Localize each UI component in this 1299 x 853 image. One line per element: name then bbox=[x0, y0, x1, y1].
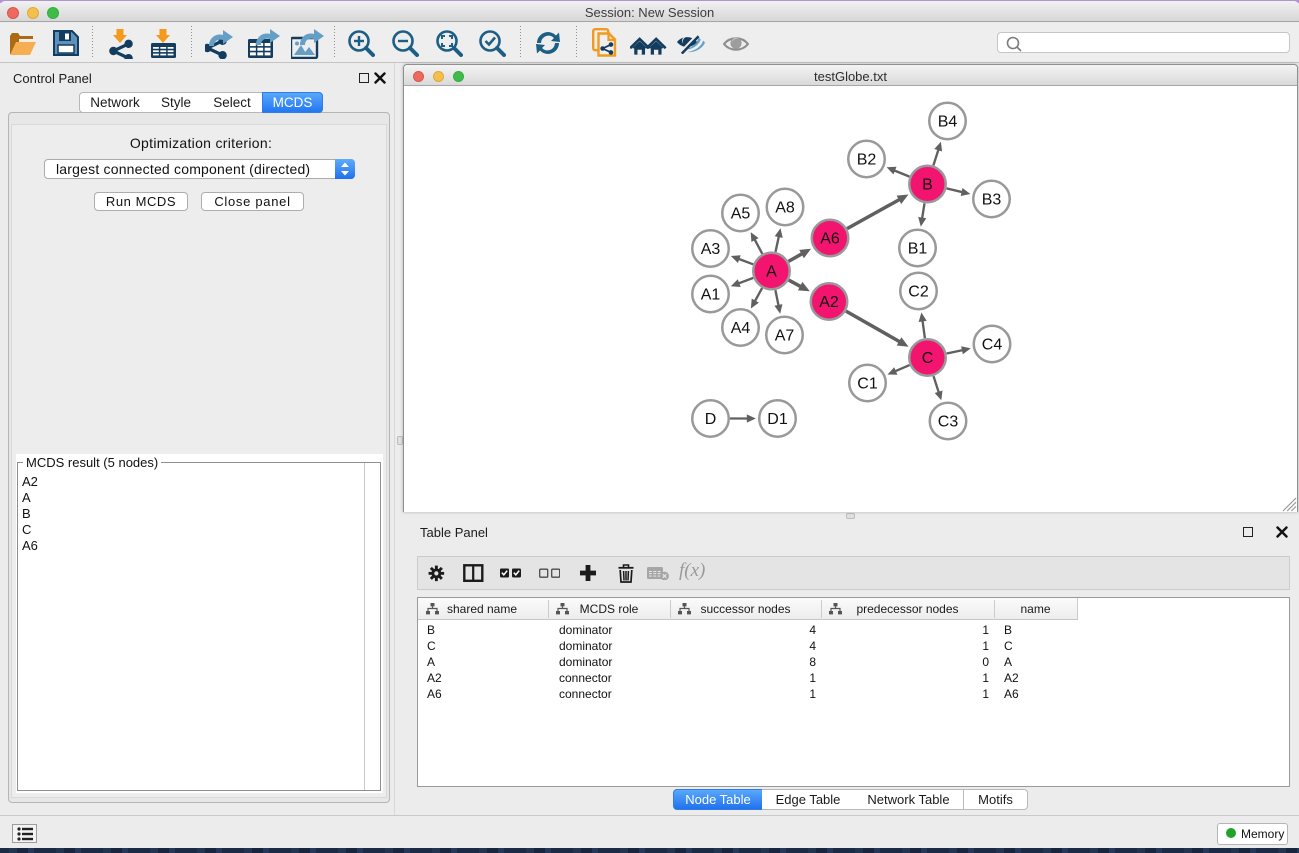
svg-text:D: D bbox=[705, 411, 717, 428]
svg-text:A: A bbox=[766, 264, 777, 281]
svg-text:A7: A7 bbox=[775, 328, 795, 345]
svg-text:A3: A3 bbox=[701, 241, 721, 258]
svg-text:A5: A5 bbox=[731, 206, 751, 223]
svg-text:A8: A8 bbox=[775, 200, 795, 217]
svg-text:A2: A2 bbox=[819, 294, 839, 311]
svg-text:C4: C4 bbox=[982, 337, 1003, 354]
svg-text:D1: D1 bbox=[767, 411, 788, 428]
svg-text:C: C bbox=[922, 350, 934, 367]
svg-text:C2: C2 bbox=[908, 284, 929, 301]
svg-text:A1: A1 bbox=[701, 287, 721, 304]
svg-text:B3: B3 bbox=[982, 192, 1002, 209]
svg-text:A4: A4 bbox=[731, 320, 751, 337]
svg-text:B: B bbox=[922, 177, 933, 194]
svg-text:A6: A6 bbox=[820, 231, 840, 248]
svg-text:B1: B1 bbox=[908, 241, 928, 258]
svg-text:C1: C1 bbox=[857, 376, 878, 393]
svg-text:B4: B4 bbox=[938, 114, 958, 131]
svg-text:B2: B2 bbox=[857, 152, 877, 169]
svg-text:C3: C3 bbox=[938, 414, 959, 431]
